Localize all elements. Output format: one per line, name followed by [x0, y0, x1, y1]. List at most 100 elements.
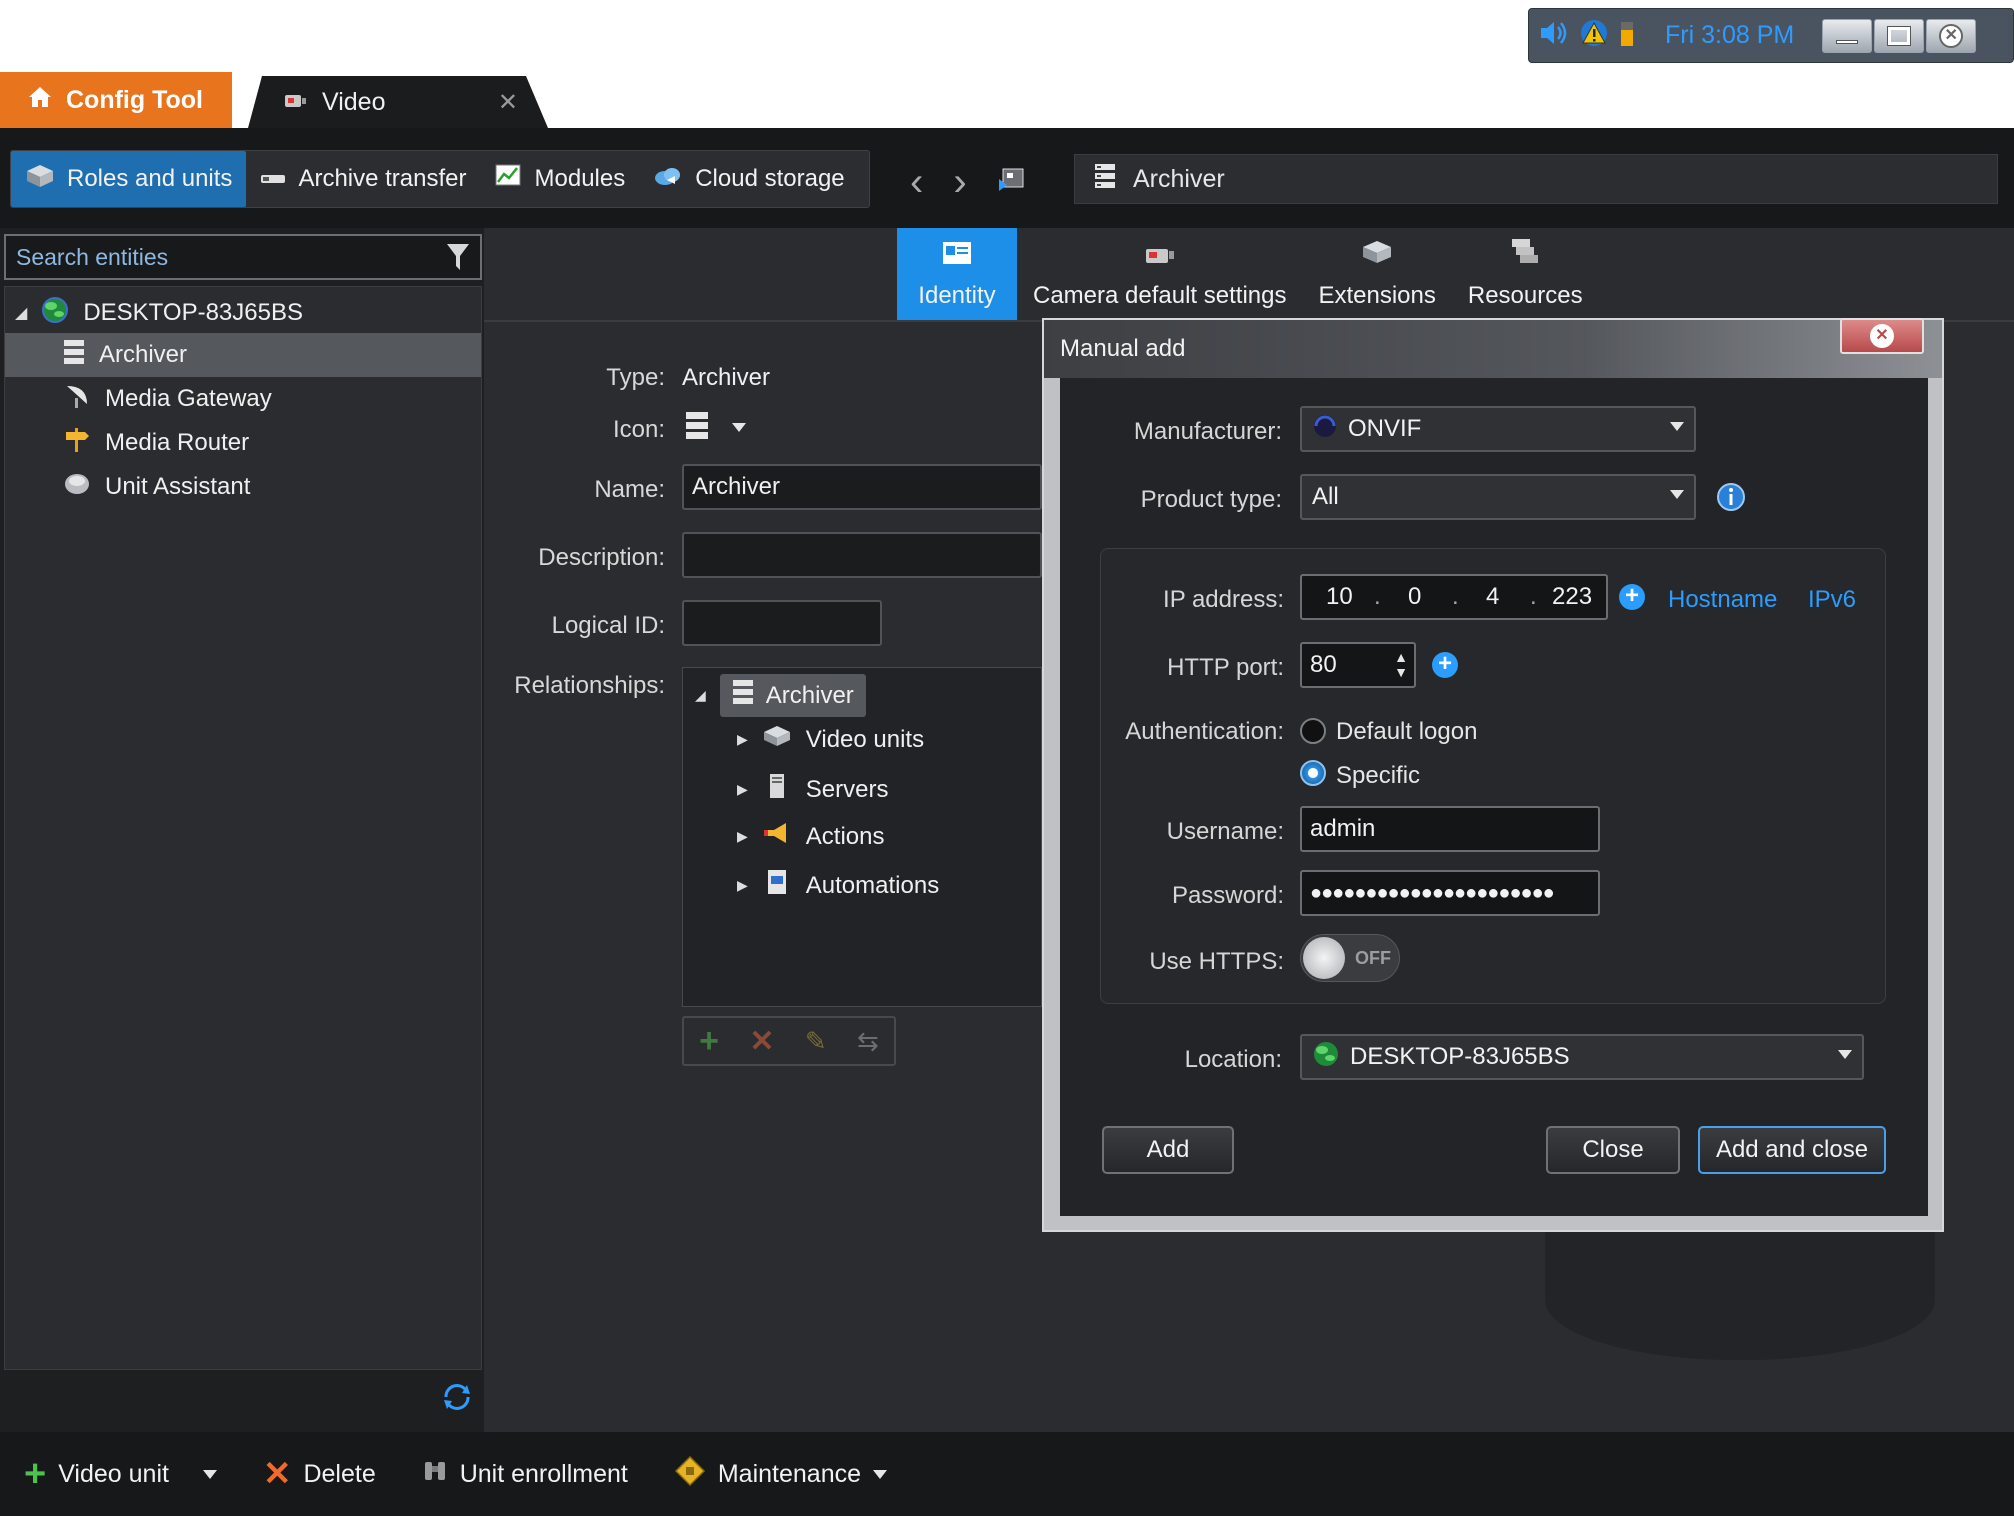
add-port-icon[interactable]: + — [1432, 652, 1458, 678]
tab-modules[interactable]: Modules — [481, 151, 640, 207]
sidebar-item-media-gateway[interactable]: Media Gateway — [5, 377, 481, 421]
expand-arrow-icon[interactable]: ◢ — [695, 687, 706, 704]
battery-icon[interactable] — [1619, 18, 1635, 53]
manufacturer-value: ONVIF — [1348, 415, 1422, 442]
ipv6-link[interactable]: IPv6 — [1808, 586, 1856, 614]
expand-arrow-icon[interactable]: ▶ — [737, 828, 748, 845]
search-input[interactable]: Search entities — [4, 234, 482, 280]
sidebar-item-archiver[interactable]: Archiver — [5, 333, 481, 377]
add-button[interactable]: Add — [1102, 1126, 1234, 1174]
relationship-root[interactable]: ◢ Archiver — [695, 674, 866, 717]
tab-config-tool-label: Config Tool — [66, 85, 203, 114]
relationship-servers[interactable]: ▶ Servers — [737, 772, 888, 807]
ip-octet-2[interactable]: 0 — [1408, 583, 1421, 611]
delete-button[interactable]: ✕ Delete — [263, 1454, 376, 1494]
back-button[interactable]: ‹ — [910, 160, 923, 205]
name-field[interactable]: Archiver — [682, 464, 1042, 510]
relationship-actions[interactable]: ▶ Actions — [737, 820, 884, 853]
expand-arrow-icon[interactable]: ▶ — [737, 877, 748, 894]
chevron-down-icon — [732, 423, 746, 432]
breadcrumb[interactable]: Archiver — [1074, 154, 1998, 204]
chevron-down-icon[interactable] — [202, 1469, 217, 1479]
filter-icon[interactable] — [446, 242, 470, 278]
add-video-unit-button[interactable]: + Video unit — [24, 1453, 217, 1496]
password-value: ●●●●●●●●●●●●●●●●●●●●●● — [1310, 881, 1555, 904]
https-toggle[interactable]: OFF — [1300, 934, 1400, 982]
tab-label: Extensions — [1318, 282, 1436, 309]
add-ip-icon[interactable]: + — [1619, 584, 1645, 610]
sidebar-item-unit-assistant[interactable]: Unit Assistant — [5, 465, 481, 509]
camera-icon — [1144, 244, 1176, 272]
globe-icon — [41, 296, 69, 331]
ip-address-field[interactable]: 10 . 0 . 4 . 223 — [1300, 574, 1608, 620]
username-field[interactable]: admin — [1300, 806, 1600, 852]
warning-icon[interactable] — [1579, 18, 1609, 53]
location-value: DESKTOP-83J65BS — [1350, 1043, 1570, 1070]
unit-assistant-icon — [63, 471, 91, 504]
link-icon[interactable]: ⇆ — [857, 1026, 879, 1057]
expand-arrow-icon[interactable]: ▶ — [737, 731, 748, 748]
home-page-icon[interactable] — [997, 165, 1027, 200]
relationship-toolbar: + ✕ ✎ ⇆ — [682, 1016, 896, 1066]
tab-cloud-storage[interactable]: Cloud storage — [639, 151, 858, 207]
tab-extensions[interactable]: Extensions — [1302, 228, 1451, 320]
relationship-video-units[interactable]: ▶ Video units — [737, 724, 924, 755]
add-icon[interactable]: + — [699, 1022, 719, 1061]
ip-octet-3[interactable]: 4 — [1486, 583, 1499, 611]
ip-octet-4[interactable]: 223 — [1552, 583, 1592, 611]
expand-arrow-icon[interactable]: ▶ — [737, 781, 748, 798]
dialog-title[interactable]: Manual add — [1044, 320, 1942, 378]
password-field[interactable]: ●●●●●●●●●●●●●●●●●●●●●● — [1300, 870, 1600, 916]
delete-icon[interactable]: ✕ — [749, 1024, 774, 1059]
ip-octet-1[interactable]: 10 — [1326, 583, 1353, 611]
radio-default-logon[interactable] — [1300, 718, 1326, 744]
close-icon[interactable]: ✕ — [1926, 18, 1977, 53]
location-select[interactable]: DESKTOP-83J65BS — [1300, 1034, 1864, 1080]
http-port-stepper[interactable]: 80 ▲ ▼ — [1300, 642, 1416, 688]
minimize-icon[interactable] — [1822, 18, 1873, 53]
bottom-toolbar: + Video unit ✕ Delete Unit enrollment Ma… — [0, 1432, 2014, 1516]
manufacturer-select[interactable]: ONVIF — [1300, 406, 1696, 452]
add-icon: + — [24, 1452, 47, 1495]
tab-label: Identity — [918, 282, 996, 309]
clock[interactable]: Fri 3:08 PM — [1665, 21, 1794, 50]
info-icon[interactable] — [1716, 482, 1746, 517]
tab-resources[interactable]: Resources — [1452, 228, 1599, 320]
tab-video[interactable]: Video ✕ — [248, 76, 548, 128]
product-type-select[interactable]: All — [1300, 474, 1696, 520]
refresh-icon[interactable] — [440, 1380, 474, 1419]
stepper-arrows-icon[interactable]: ▲ ▼ — [1394, 650, 1408, 680]
tab-config-tool[interactable]: Config Tool — [0, 72, 232, 128]
icon-picker[interactable] — [684, 410, 746, 445]
description-field[interactable] — [682, 532, 1042, 578]
maximize-icon[interactable] — [1874, 18, 1925, 53]
type-label: Type: — [606, 364, 665, 391]
tab-identity[interactable]: Identity — [897, 228, 1017, 320]
hostname-link[interactable]: Hostname — [1668, 586, 1777, 614]
forward-button[interactable]: › — [953, 160, 966, 205]
tab-camera-default-settings[interactable]: Camera default settings — [1017, 228, 1302, 320]
tab-archive-transfer[interactable]: Archive transfer — [246, 151, 480, 207]
close-tab-icon[interactable]: ✕ — [498, 88, 518, 117]
dialog-close-button[interactable]: ✕ — [1840, 318, 1924, 354]
logical-id-field[interactable] — [682, 600, 882, 646]
close-button[interactable]: Close — [1546, 1126, 1680, 1174]
unit-enrollment-button[interactable]: Unit enrollment — [422, 1458, 628, 1491]
username-label: Username: — [1166, 818, 1284, 845]
close-icon: ✕ — [1870, 324, 1894, 348]
relationship-label: Actions — [805, 822, 885, 850]
sidebar-item-media-router[interactable]: Media Router — [5, 421, 481, 465]
tree-root[interactable]: ◢ DESKTOP-83J65BS — [5, 291, 481, 335]
expand-arrow-icon[interactable]: ◢ — [15, 303, 27, 323]
relationship-automations[interactable]: ▶ Automations — [737, 868, 939, 903]
sidebar-item-label: Media Gateway — [105, 385, 272, 412]
add-and-close-button[interactable]: Add and close — [1698, 1126, 1886, 1174]
unit-enrollment-label: Unit enrollment — [459, 1459, 628, 1488]
radio-specific[interactable] — [1300, 760, 1326, 786]
tab-roles-and-units[interactable]: Roles and units — [11, 151, 247, 207]
server-icon — [684, 410, 710, 445]
speaker-icon[interactable] — [1539, 19, 1569, 52]
edit-icon[interactable]: ✎ — [805, 1026, 827, 1057]
tree-root-label: DESKTOP-83J65BS — [83, 299, 303, 326]
maintenance-button[interactable]: Maintenance — [674, 1455, 888, 1494]
